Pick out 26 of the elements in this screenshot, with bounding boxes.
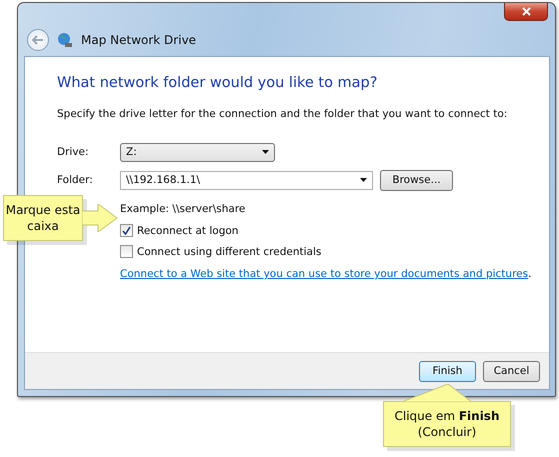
window-title: Map Network Drive: [81, 32, 196, 46]
drive-dropdown[interactable]: Z:: [120, 142, 275, 162]
dialog-button[interactable]: Finish: [419, 360, 476, 382]
page-heading: What network folder would you like to map?: [57, 75, 378, 91]
back-arrow-icon: [32, 34, 44, 44]
web-site-link[interactable]: Connect to a Web site that you can use to store your documents and pictures: [120, 268, 528, 280]
close-button[interactable]: [504, 3, 548, 21]
checkbox-label: Connect using different credentials: [137, 246, 322, 258]
checkbox-label: Reconnect at logon: [137, 224, 238, 236]
link-sentence: Connect to a Web site that you can use to store your documents and pictures.: [120, 268, 529, 280]
field-label: Folder:: [57, 174, 94, 186]
callout-arrow: [403, 384, 473, 402]
instruction-text: Specify the drive letter for the connection and the folder that you want to connect to:: [57, 108, 508, 120]
browse-button[interactable]: Browse...: [380, 170, 453, 190]
dialog-button[interactable]: Cancel: [483, 360, 540, 382]
dropdown-caret-icon: [262, 150, 269, 154]
callout-arrow: [82, 204, 118, 232]
dropdown-caret-icon: [360, 178, 367, 182]
folder-combo-field[interactable]: \\192.168.1.1\: [120, 170, 373, 190]
close-icon: [522, 7, 530, 16]
checkbox[interactable]: [120, 224, 133, 237]
network-drive-icon: [57, 32, 73, 48]
checkbox[interactable]: [120, 245, 133, 258]
example-text: Example: \\server\share: [120, 203, 246, 215]
field-label: Drive:: [57, 146, 90, 158]
callout: Marque esta caixa: [3, 195, 83, 241]
